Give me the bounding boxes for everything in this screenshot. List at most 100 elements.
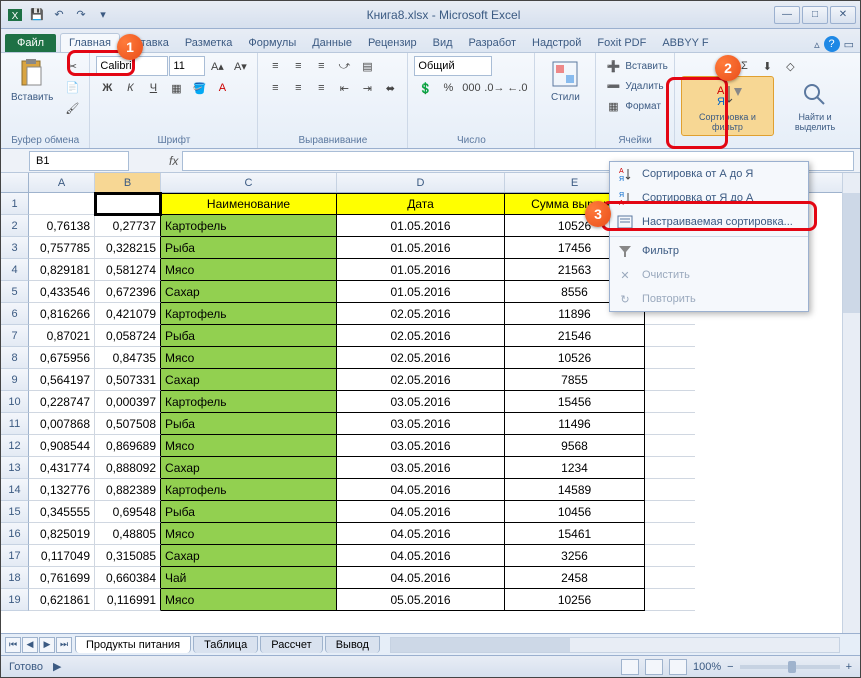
cell[interactable]: 0,058724: [95, 325, 161, 347]
currency-button[interactable]: 💲: [414, 78, 436, 98]
cell[interactable]: 0,421079: [95, 303, 161, 325]
cell-date[interactable]: 01.05.2016: [337, 259, 505, 281]
name-box[interactable]: B1: [29, 151, 129, 171]
row-header[interactable]: 5: [1, 281, 29, 303]
vertical-scrollbar[interactable]: [842, 173, 860, 633]
sort-az-item[interactable]: АЯ Сортировка от А до Я: [610, 162, 808, 186]
fill-button[interactable]: ⬇: [756, 56, 778, 76]
cell[interactable]: 0,908544: [29, 435, 95, 457]
select-all-corner[interactable]: [1, 173, 29, 192]
col-header-D[interactable]: D: [337, 173, 505, 192]
row-header[interactable]: 17: [1, 545, 29, 567]
cell[interactable]: 0,564197: [29, 369, 95, 391]
cell-date[interactable]: 03.05.2016: [337, 413, 505, 435]
cell[interactable]: 0,132776: [29, 479, 95, 501]
format-painter-button[interactable]: 🖌: [61, 98, 83, 118]
horizontal-scrollbar[interactable]: [390, 637, 840, 653]
zoom-out-button[interactable]: −: [727, 661, 733, 673]
wrap-text-button[interactable]: ▤: [356, 56, 378, 76]
cell[interactable]: 0,672396: [95, 281, 161, 303]
align-left-button[interactable]: ≡: [264, 78, 286, 98]
tab-home[interactable]: Главная: [60, 33, 120, 52]
bold-button[interactable]: Ж: [96, 78, 118, 98]
cell[interactable]: 0,76138: [29, 215, 95, 237]
cell-product[interactable]: Рыба: [161, 237, 337, 259]
row-header[interactable]: 14: [1, 479, 29, 501]
fx-icon[interactable]: fx: [169, 154, 178, 168]
cell-revenue[interactable]: 15456: [505, 391, 645, 413]
view-normal-button[interactable]: [621, 659, 639, 675]
cell-revenue[interactable]: 10456: [505, 501, 645, 523]
cell[interactable]: 0,27737: [95, 215, 161, 237]
cell[interactable]: 0,882389: [95, 479, 161, 501]
help-icon[interactable]: ?: [824, 36, 840, 52]
sheet-tab-0[interactable]: Продукты питания: [75, 636, 191, 653]
cell[interactable]: [645, 325, 695, 347]
row-header[interactable]: 13: [1, 457, 29, 479]
cell-product[interactable]: Чай: [161, 567, 337, 589]
cell-revenue[interactable]: 15461: [505, 523, 645, 545]
cell-product[interactable]: Сахар: [161, 545, 337, 567]
decrease-decimal-button[interactable]: ←.0: [506, 78, 528, 98]
sheet-tab-3[interactable]: Вывод: [325, 636, 380, 653]
cell[interactable]: 0,581274: [95, 259, 161, 281]
cell[interactable]: 0,87021: [29, 325, 95, 347]
row-header[interactable]: 2: [1, 215, 29, 237]
cell-date[interactable]: 04.05.2016: [337, 501, 505, 523]
cell-product[interactable]: Мясо: [161, 259, 337, 281]
cell[interactable]: 0,433546: [29, 281, 95, 303]
increase-indent-button[interactable]: ⇥: [356, 78, 378, 98]
row-header[interactable]: 3: [1, 237, 29, 259]
cell[interactable]: 0,228747: [29, 391, 95, 413]
grow-font-button[interactable]: A▴: [206, 56, 228, 76]
cell[interactable]: 0,84735: [95, 347, 161, 369]
font-color-button[interactable]: A: [211, 78, 233, 98]
view-pagebreak-button[interactable]: [669, 659, 687, 675]
cell-product[interactable]: Мясо: [161, 347, 337, 369]
tab-developer[interactable]: Разработ: [461, 34, 524, 52]
macro-record-icon[interactable]: ▶: [53, 660, 61, 673]
insert-cells-button[interactable]: ➕: [602, 56, 624, 76]
cell[interactable]: 0,869689: [95, 435, 161, 457]
border-button[interactable]: ▦: [165, 78, 187, 98]
cell[interactable]: 0,507331: [95, 369, 161, 391]
tab-layout[interactable]: Разметка: [177, 34, 241, 52]
cell-revenue[interactable]: 10256: [505, 589, 645, 611]
cell[interactable]: [645, 391, 695, 413]
cell-revenue[interactable]: 3256: [505, 545, 645, 567]
format-cells-button[interactable]: ▦: [602, 96, 624, 116]
row-header[interactable]: 10: [1, 391, 29, 413]
row-header[interactable]: 12: [1, 435, 29, 457]
filter-item[interactable]: Фильтр: [610, 239, 808, 263]
fill-color-button[interactable]: 🪣: [188, 78, 210, 98]
redo-button[interactable]: ↷: [71, 5, 91, 25]
cell-date[interactable]: 04.05.2016: [337, 523, 505, 545]
cell[interactable]: 0,116991: [95, 589, 161, 611]
cell[interactable]: 0,888092: [95, 457, 161, 479]
styles-button[interactable]: Стили: [541, 56, 589, 105]
tab-data[interactable]: Данные: [304, 34, 360, 52]
cell-revenue[interactable]: 21546: [505, 325, 645, 347]
sheet-tab-1[interactable]: Таблица: [193, 636, 258, 653]
cell[interactable]: [645, 347, 695, 369]
cell[interactable]: 0,69548: [95, 501, 161, 523]
file-tab[interactable]: Файл: [5, 34, 56, 52]
cell[interactable]: [645, 545, 695, 567]
cell-product[interactable]: Рыба: [161, 325, 337, 347]
cell[interactable]: 0,829181: [29, 259, 95, 281]
tab-abbyy[interactable]: ABBYY F: [654, 34, 716, 52]
cell-date[interactable]: 01.05.2016: [337, 281, 505, 303]
cell-revenue[interactable]: 9568: [505, 435, 645, 457]
undo-button[interactable]: ↶: [49, 5, 69, 25]
cell-product[interactable]: Сахар: [161, 369, 337, 391]
minimize-button[interactable]: —: [774, 6, 800, 24]
align-middle-button[interactable]: ≡: [287, 56, 309, 76]
comma-button[interactable]: 000: [460, 78, 482, 98]
excel-icon[interactable]: X: [5, 5, 25, 25]
sheet-nav-first[interactable]: ⏮: [5, 637, 21, 653]
tab-addins[interactable]: Надстрой: [524, 34, 589, 52]
cell[interactable]: 0,660384: [95, 567, 161, 589]
number-format-combo[interactable]: [414, 56, 492, 76]
cell-date[interactable]: 02.05.2016: [337, 303, 505, 325]
cell-product[interactable]: Картофель: [161, 391, 337, 413]
